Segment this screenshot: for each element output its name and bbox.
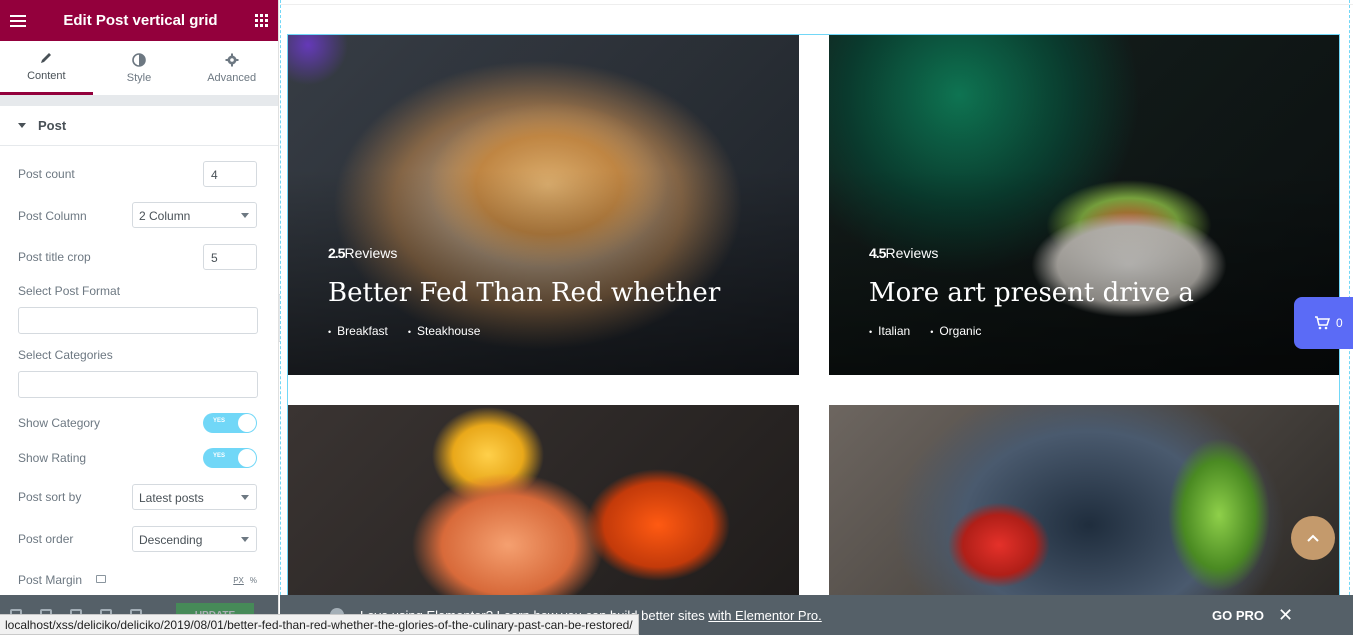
control-post-count: Post count 4 [18, 161, 257, 187]
post-title[interactable]: Better Fed Than Red whether [328, 278, 720, 308]
post-card[interactable] [288, 405, 799, 595]
post-column-select[interactable]: 2 Column [132, 202, 257, 228]
post-card[interactable]: 2.5Reviews Better Fed Than Red whether B… [288, 35, 799, 375]
rating-label: Reviews [885, 245, 939, 261]
notice-link[interactable]: with Elementor Pro. [708, 608, 821, 623]
cart-button[interactable]: 0 [1294, 297, 1353, 349]
chevron-up-icon [1307, 534, 1319, 542]
panel-divider [0, 96, 278, 106]
preview-canvas: 2.5Reviews Better Fed Than Red whether B… [280, 0, 1353, 635]
post-rating: 2.5Reviews [328, 245, 397, 261]
control-select-post-format: Select Post Format [18, 284, 258, 336]
tab-content[interactable]: Content [0, 41, 93, 95]
section-title: Post [38, 118, 67, 133]
post-rating: 4.5Reviews [869, 245, 938, 261]
post-sort-by-label: Post sort by [18, 490, 82, 504]
contrast-icon [132, 52, 146, 67]
tab-style[interactable]: Style [93, 41, 186, 95]
select-categories-label: Select Categories [18, 348, 113, 362]
post-column-label: Post Column [18, 209, 87, 223]
show-rating-switch[interactable]: YES [203, 448, 257, 468]
pencil-icon [41, 53, 52, 63]
post-margin-label: Post Margin [18, 573, 83, 587]
category-link[interactable]: Organic [930, 324, 981, 338]
unit-px[interactable]: PX [233, 576, 244, 585]
unit-switcher: PX% [233, 576, 257, 585]
close-icon[interactable]: ✕ [1278, 605, 1293, 626]
category-link[interactable]: Steakhouse [408, 324, 480, 338]
show-category-label: Show Category [18, 416, 101, 430]
post-count-label: Post count [18, 167, 75, 181]
caret-down-icon [18, 123, 26, 128]
widgets-grid-icon[interactable] [255, 14, 268, 27]
control-post-title-crop: Post title crop 5 [18, 244, 257, 270]
unit-percent[interactable]: % [250, 576, 257, 585]
control-post-margin: Post Margin PX% [18, 573, 257, 589]
panel-tabs: Content Style Advanced [0, 41, 278, 96]
post-count-input[interactable]: 4 [203, 161, 257, 187]
post-card[interactable] [829, 405, 1339, 595]
cart-count: 0 [1336, 316, 1343, 330]
post-title-crop-input[interactable]: 5 [203, 244, 257, 270]
category-link[interactable]: Italian [869, 324, 910, 338]
editor-panel: Edit Post vertical grid Content Style Ad… [0, 0, 279, 635]
rating-value: 2.5 [328, 245, 345, 261]
menu-icon[interactable] [10, 14, 26, 27]
go-pro-button[interactable]: GO PRO [1212, 608, 1264, 623]
control-post-order: Post order Descending [18, 526, 257, 552]
panel-header: Edit Post vertical grid [0, 0, 278, 41]
status-bar-url: localhost/xss/deliciko/deliciko/2019/08/… [0, 614, 639, 635]
switch-state-label: YES [213, 418, 226, 424]
category-link[interactable]: Breakfast [328, 324, 388, 338]
gear-icon [225, 53, 239, 66]
post-order-select[interactable]: Descending [132, 526, 257, 552]
switch-knob [238, 449, 256, 467]
control-show-rating: Show Rating YES [18, 448, 257, 468]
panel-title: Edit Post vertical grid [63, 12, 218, 29]
control-select-categories: Select Categories [18, 348, 258, 400]
tab-advanced[interactable]: Advanced [185, 41, 278, 95]
select-post-format-label: Select Post Format [18, 284, 121, 298]
show-rating-label: Show Rating [18, 451, 87, 465]
post-title-crop-label: Post title crop [18, 250, 91, 264]
control-post-sort-by: Post sort by Latest posts [18, 484, 257, 510]
post-categories: Breakfast Steakhouse [328, 324, 480, 338]
tab-advanced-label: Advanced [207, 71, 257, 84]
tab-style-label: Style [126, 71, 152, 84]
post-order-label: Post order [18, 532, 74, 546]
switch-knob [238, 414, 256, 432]
rating-label: Reviews [344, 245, 398, 261]
switch-state-label: YES [213, 453, 226, 459]
show-category-switch[interactable]: YES [203, 413, 257, 433]
control-show-category: Show Category YES [18, 413, 257, 433]
desktop-icon[interactable] [96, 575, 106, 583]
post-sort-by-select[interactable]: Latest posts [132, 484, 257, 510]
top-section-strip [280, 0, 1353, 5]
tab-content-label: Content [27, 70, 66, 82]
rating-value: 4.5 [869, 245, 886, 261]
section-post-toggle[interactable]: Post [0, 106, 278, 146]
cart-icon [1315, 316, 1330, 330]
section-outline-left [280, 0, 281, 635]
post-title[interactable]: More art present drive a [869, 278, 1194, 308]
post-card[interactable]: 4.5Reviews More art present drive a Ital… [829, 35, 1339, 375]
control-post-column: Post Column 2 Column [18, 202, 257, 228]
select-categories-input[interactable] [18, 371, 258, 398]
post-categories: Italian Organic [869, 324, 981, 338]
scroll-to-top-button[interactable] [1291, 516, 1335, 560]
select-post-format-input[interactable] [18, 307, 258, 334]
